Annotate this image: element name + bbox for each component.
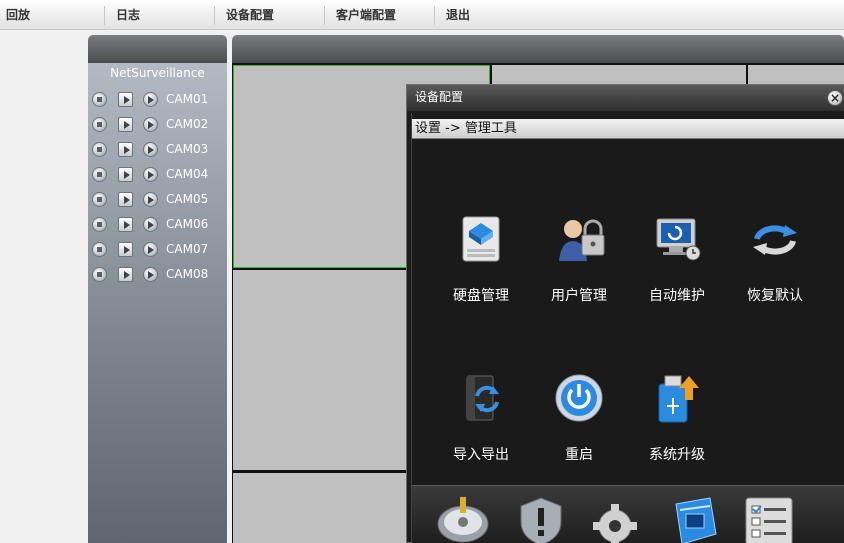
tool-import-export[interactable]: 导入导出 xyxy=(436,372,526,482)
menu-separator xyxy=(324,6,325,25)
play-circle-icon[interactable] xyxy=(143,167,158,182)
play-icon[interactable] xyxy=(118,142,133,157)
play-icon[interactable] xyxy=(118,117,133,132)
usb-upgrade-icon xyxy=(658,375,699,423)
tool-label: 系统升级 xyxy=(649,447,705,463)
camera-label[interactable]: CAM08 xyxy=(166,267,208,281)
camera-row: CAM01 xyxy=(92,90,222,110)
play-circle-icon[interactable] xyxy=(143,192,158,207)
play-icon[interactable] xyxy=(118,267,133,282)
camera-row: CAM06 xyxy=(92,215,222,235)
camera-row: CAM08 xyxy=(92,265,222,285)
camera-label[interactable]: CAM05 xyxy=(166,192,208,206)
power-restart-icon xyxy=(555,374,603,422)
tool-label: 恢复默认 xyxy=(747,288,803,304)
restore-arrows-icon xyxy=(753,225,797,255)
menu-playback[interactable]: 回放 xyxy=(0,0,30,30)
stop-icon[interactable] xyxy=(92,117,107,132)
play-icon[interactable] xyxy=(118,217,133,232)
tool-label: 自动维护 xyxy=(649,288,705,304)
camera-label[interactable]: CAM07 xyxy=(166,242,208,256)
play-circle-icon[interactable] xyxy=(143,92,158,107)
play-icon[interactable] xyxy=(118,92,133,107)
camera-row: CAM02 xyxy=(92,115,222,135)
camera-label[interactable]: CAM02 xyxy=(166,117,208,131)
monitor-clock-icon xyxy=(656,218,701,261)
camera-row: CAM03 xyxy=(92,140,222,160)
shield-alert-icon[interactable] xyxy=(514,494,568,543)
camera-row: CAM05 xyxy=(92,190,222,210)
menu-exit[interactable]: 退出 xyxy=(440,0,470,30)
menu-device-config[interactable]: 设备配置 xyxy=(220,0,274,30)
tool-label: 重启 xyxy=(565,447,593,463)
stop-icon[interactable] xyxy=(92,167,107,182)
checklist-icon[interactable] xyxy=(742,494,796,543)
menu-client-config[interactable]: 客户端配置 xyxy=(330,0,396,30)
tool-restore-default[interactable]: 恢复默认 xyxy=(730,213,820,323)
stop-icon[interactable] xyxy=(92,217,107,232)
tool-restart[interactable]: 重启 xyxy=(534,372,624,482)
stop-icon[interactable] xyxy=(92,142,107,157)
tool-label: 硬盘管理 xyxy=(453,288,509,304)
import-export-icon xyxy=(466,375,499,421)
tool-user-management[interactable]: 用户管理 xyxy=(534,213,624,323)
dialog-taskbar xyxy=(412,485,844,543)
dialog-title-bar: 设备配置 × xyxy=(407,85,844,111)
camera-row: CAM07 xyxy=(92,240,222,260)
play-circle-icon[interactable] xyxy=(143,217,158,232)
tool-system-upgrade[interactable]: 系统升级 xyxy=(632,372,722,482)
stop-icon[interactable] xyxy=(92,92,107,107)
menu-separator xyxy=(214,6,215,25)
camera-label[interactable]: CAM03 xyxy=(166,142,208,156)
dialog-title: 设备配置 xyxy=(415,90,464,104)
stop-icon[interactable] xyxy=(92,192,107,207)
user-lock-icon xyxy=(559,219,605,261)
camera-label[interactable]: CAM01 xyxy=(166,92,208,106)
stop-icon[interactable] xyxy=(92,242,107,257)
device-config-dialog: 设备配置 × 设置 -> 管理工具 硬盘管理 用户管理 自动维护 恢复默认 导入… xyxy=(406,84,844,543)
play-icon[interactable] xyxy=(118,192,133,207)
breadcrumb: 设置 -> 管理工具 xyxy=(412,119,844,139)
network-icon[interactable] xyxy=(666,494,720,543)
camera-label[interactable]: CAM04 xyxy=(166,167,208,181)
close-icon[interactable]: × xyxy=(827,90,843,106)
tool-label: 用户管理 xyxy=(551,288,607,304)
menu-log[interactable]: 日志 xyxy=(110,0,140,30)
device-panel-header xyxy=(88,35,227,63)
play-icon[interactable] xyxy=(118,242,133,257)
play-circle-icon[interactable] xyxy=(143,142,158,157)
disk-icon[interactable] xyxy=(436,494,490,543)
tool-auto-maintenance[interactable]: 自动维护 xyxy=(632,213,722,323)
camera-row: CAM04 xyxy=(92,165,222,185)
device-panel: NetSurveillance CAM01 CAM02 CAM03 CAM04 CAM0… xyxy=(88,63,227,543)
camera-label[interactable]: CAM06 xyxy=(166,217,208,231)
device-name[interactable]: NetSurveillance xyxy=(88,66,227,80)
tool-label: 导入导出 xyxy=(453,447,509,463)
play-icon[interactable] xyxy=(118,167,133,182)
menu-separator xyxy=(434,6,435,25)
top-menu-bar: 回放 日志 设备配置 客户端配置 退出 xyxy=(0,0,844,30)
play-circle-icon[interactable] xyxy=(143,117,158,132)
video-grid-header xyxy=(232,35,844,63)
stop-icon[interactable] xyxy=(92,267,107,282)
play-circle-icon[interactable] xyxy=(143,242,158,257)
hard-disk-icon xyxy=(462,216,500,262)
dialog-body: 设置 -> 管理工具 硬盘管理 用户管理 自动维护 恢复默认 导入导出 重启 系… xyxy=(411,113,844,543)
gear-icon[interactable] xyxy=(588,494,642,543)
play-circle-icon[interactable] xyxy=(143,267,158,282)
menu-separator xyxy=(104,6,105,25)
tool-disk-management[interactable]: 硬盘管理 xyxy=(436,213,526,323)
